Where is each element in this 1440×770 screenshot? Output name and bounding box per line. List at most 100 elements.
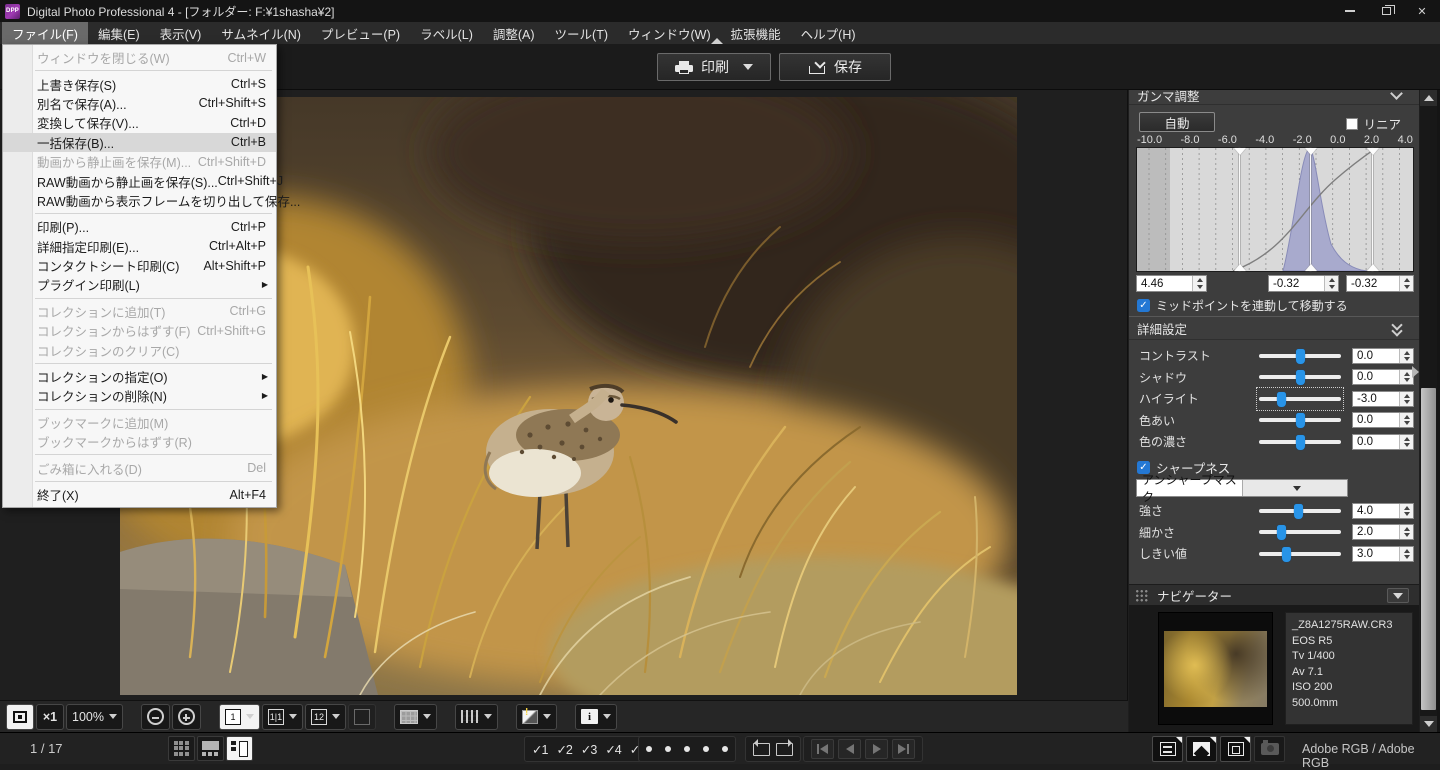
file-menu-item[interactable]: 上書き保存(S)Ctrl+S <box>3 74 276 93</box>
slider-thumb[interactable] <box>1296 349 1305 364</box>
stamp-tool-button[interactable] <box>516 704 557 730</box>
fineness-spinbox[interactable]: 2.0 <box>1352 524 1414 540</box>
spinner-arrows[interactable] <box>1399 370 1413 384</box>
next-image-button[interactable] <box>865 739 888 759</box>
threshold-spinbox[interactable]: 3.0 <box>1352 546 1414 562</box>
rating-dot-button[interactable] <box>722 746 728 752</box>
save-button[interactable]: 保存 <box>779 53 891 81</box>
contrast-slider[interactable] <box>1259 347 1341 365</box>
menubar-item[interactable]: 調整(A) <box>483 22 545 44</box>
panel-collapse-arrow[interactable] <box>1412 366 1419 378</box>
slider-thumb[interactable] <box>1294 504 1303 519</box>
zoom-level-dropdown[interactable]: 100% <box>66 704 123 730</box>
split-view-button[interactable]: 12 <box>305 704 346 730</box>
spinner-arrows[interactable] <box>1399 504 1413 518</box>
scroll-down-button[interactable] <box>1420 716 1437 732</box>
minimize-button[interactable] <box>1332 0 1368 22</box>
spinner-arrows[interactable] <box>1399 276 1413 291</box>
gamma-mid-spinbox[interactable]: -0.32 <box>1268 275 1339 292</box>
menubar-item[interactable]: ファイル(F) <box>2 22 88 44</box>
rating-check-button[interactable]: ✓1 <box>532 742 547 757</box>
histogram[interactable] <box>1136 147 1414 272</box>
gamma-left-spinbox[interactable]: 4.46 <box>1136 275 1207 292</box>
navigator-thumbnail-frame[interactable] <box>1158 612 1273 725</box>
contrast-spinbox[interactable]: 0.0 <box>1352 348 1414 364</box>
histogram-left-marker[interactable] <box>1239 148 1240 271</box>
linear-checkbox[interactable]: リニア <box>1346 114 1401 133</box>
checkbox-unchecked-icon[interactable] <box>1346 118 1358 130</box>
file-menu-item[interactable]: コレクションの削除(N)▶ <box>3 386 276 405</box>
fit-to-window-button[interactable] <box>6 704 34 730</box>
histogram-mid-marker[interactable] <box>1310 148 1311 271</box>
rating-dot-button[interactable] <box>703 746 709 752</box>
strength-slider[interactable] <box>1259 502 1341 520</box>
preview-palette-button[interactable] <box>1220 736 1251 762</box>
rating-dot-button[interactable] <box>684 746 690 752</box>
chevron-down-icon[interactable] <box>1242 480 1348 496</box>
pixel-grid-button[interactable] <box>455 704 498 730</box>
menubar-item[interactable]: ヘルプ(H) <box>791 22 866 44</box>
gamma-right-spinbox[interactable]: -0.32 <box>1346 275 1414 292</box>
zoom-out-button[interactable] <box>141 704 170 730</box>
scrollbar-thumb[interactable] <box>1421 388 1436 710</box>
zoom-1x-button[interactable]: ×1 <box>36 704 64 730</box>
slider-thumb[interactable] <box>1296 413 1305 428</box>
threshold-slider[interactable] <box>1259 545 1341 563</box>
print-dropdown-icon[interactable] <box>743 64 753 70</box>
rating-dot-button[interactable] <box>665 746 671 752</box>
sharpness-mode-dropdown[interactable]: アンシャープマスク <box>1136 479 1348 497</box>
restore-button[interactable] <box>1368 0 1404 22</box>
menubar-item[interactable]: ラベル(L) <box>410 22 483 44</box>
saturation-slider[interactable] <box>1259 433 1341 451</box>
spinner-arrows[interactable] <box>1399 525 1413 539</box>
spinner-arrows[interactable] <box>1399 413 1413 427</box>
file-menu-item[interactable]: 終了(X)Alt+F4 <box>3 485 276 504</box>
file-menu-item[interactable]: プラグイン印刷(L)▶ <box>3 275 276 294</box>
menubar-item[interactable]: 拡張機能 <box>721 22 791 44</box>
file-menu-item[interactable]: 印刷(P)...Ctrl+P <box>3 217 276 236</box>
chevron-down-icon[interactable] <box>1390 90 1403 100</box>
menubar-item[interactable]: サムネイル(N) <box>211 22 311 44</box>
slider-thumb[interactable] <box>1277 525 1286 540</box>
tool-palette-button[interactable] <box>1152 736 1183 762</box>
file-menu-item[interactable]: 別名で保存(A)...Ctrl+Shift+S <box>3 94 276 113</box>
slider-thumb[interactable] <box>1296 435 1305 450</box>
compare-view-button[interactable]: 1|1 <box>262 704 303 730</box>
first-image-button[interactable] <box>811 739 834 759</box>
file-menu-item[interactable]: 詳細指定印刷(E)...Ctrl+Alt+P <box>3 237 276 256</box>
layout-left-thumbs-button[interactable] <box>226 736 253 761</box>
shadow-slider[interactable] <box>1259 368 1341 386</box>
file-menu-item[interactable]: コンタクトシート印刷(C)Alt+Shift+P <box>3 256 276 275</box>
rotate-right-icon[interactable] <box>776 743 793 756</box>
navigator-dropdown-button[interactable] <box>1387 588 1409 603</box>
menubar-item[interactable]: ツール(T) <box>545 22 618 44</box>
menubar-item[interactable]: ウィンドウ(W) <box>618 22 721 44</box>
spinner-arrows[interactable] <box>1399 349 1413 363</box>
spinner-arrows[interactable] <box>1192 276 1206 291</box>
grip-icon[interactable] <box>1135 589 1149 602</box>
rating-check-button[interactable]: ✓4 <box>605 742 620 757</box>
menubar-item[interactable]: 編集(E) <box>88 22 150 44</box>
print-button[interactable]: 印刷 <box>657 53 771 81</box>
rotate-left-icon[interactable] <box>753 743 770 756</box>
highlight-slider[interactable] <box>1259 390 1341 408</box>
grid-button[interactable] <box>394 704 437 730</box>
rating-check-button[interactable]: ✓3 <box>581 742 596 757</box>
double-chevron-down-icon[interactable] <box>1393 321 1403 335</box>
layout-grid-button[interactable] <box>168 736 195 761</box>
navigator-section-header[interactable]: ナビゲーター <box>1129 584 1419 605</box>
rating-check-button[interactable]: ✓2 <box>556 742 571 757</box>
hue-spinbox[interactable]: 0.0 <box>1352 412 1414 428</box>
spinner-arrows[interactable] <box>1399 547 1413 561</box>
spinner-arrows[interactable] <box>1399 392 1413 406</box>
histogram-right-marker[interactable] <box>1372 148 1373 271</box>
auto-button[interactable]: 自動 <box>1139 112 1215 132</box>
file-menu-item[interactable]: 変換して保存(V)...Ctrl+D <box>3 113 276 132</box>
hue-slider[interactable] <box>1259 411 1341 429</box>
file-menu-item[interactable]: RAW動画から表示フレームを切り出して保存... <box>3 191 276 210</box>
previous-image-button[interactable] <box>838 739 861 759</box>
spinner-arrows[interactable] <box>1324 276 1338 291</box>
slider-thumb[interactable] <box>1282 547 1291 562</box>
saturation-spinbox[interactable]: 0.0 <box>1352 434 1414 450</box>
gamma-section-header[interactable]: ガンマ調整 <box>1129 90 1419 105</box>
